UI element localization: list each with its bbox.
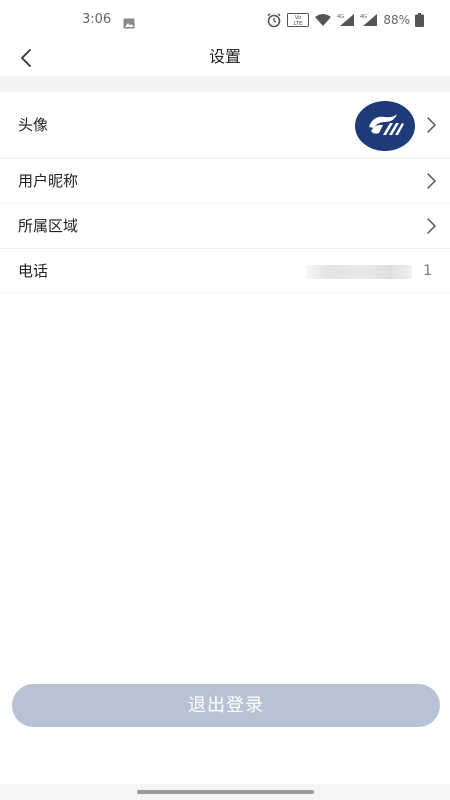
- wifi-icon: [314, 13, 332, 27]
- image-notification-icon: [123, 14, 135, 29]
- chevron-right-icon: [427, 218, 436, 234]
- home-indicator[interactable]: [137, 790, 314, 794]
- phone-label: 电话: [18, 262, 49, 280]
- chevron-right-icon: [427, 173, 436, 189]
- chevron-right-icon: [427, 117, 436, 133]
- phone-visible-digit: 1: [423, 263, 432, 279]
- svg-text:LTE: LTE: [294, 21, 304, 27]
- phone-value: 1: [306, 261, 432, 281]
- phone-redaction: [306, 265, 412, 279]
- battery-percent: 88%: [383, 13, 410, 27]
- header: 设置: [0, 40, 450, 76]
- nickname-label: 用户昵称: [18, 172, 79, 190]
- page-title: 设置: [208, 47, 241, 66]
- settings-row-nickname[interactable]: 用户昵称: [0, 159, 450, 204]
- status-time: 3:06: [82, 12, 112, 27]
- settings-list: 头像 用户昵称 所属区域 电话 1: [0, 92, 450, 293]
- logo-icon: [369, 114, 404, 135]
- alarm-icon: [266, 12, 282, 28]
- signal-4g-icon-1: 4G: [337, 13, 355, 27]
- status-icons: Vo LTE 4G 4G 88%: [266, 12, 424, 28]
- logout-button[interactable]: 退出登录: [12, 684, 440, 727]
- status-bar: 3:06 Vo LTE 4G 4G 88%: [0, 0, 450, 40]
- volte-icon: Vo LTE: [287, 13, 310, 27]
- battery-icon: [415, 13, 424, 27]
- svg-text:4G: 4G: [337, 14, 344, 20]
- avatar[interactable]: [355, 101, 415, 151]
- signal-4g-icon-2: 4G: [360, 13, 378, 27]
- settings-row-region[interactable]: 所属区域: [0, 204, 450, 249]
- section-divider: [0, 76, 450, 92]
- svg-text:4G: 4G: [360, 14, 367, 20]
- region-label: 所属区域: [18, 217, 79, 235]
- avatar-label: 头像: [18, 116, 49, 134]
- settings-row-phone: 电话 1: [0, 249, 450, 293]
- settings-row-avatar[interactable]: 头像: [0, 92, 450, 159]
